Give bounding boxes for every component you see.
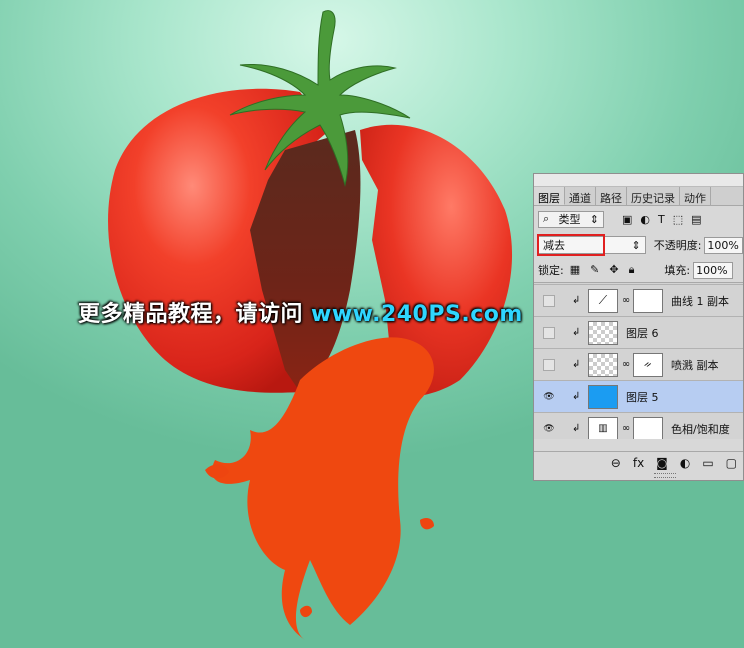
opacity-input[interactable]: 100% (704, 236, 743, 254)
layer-mask-thumbnail (633, 416, 663, 439)
clip-arrow-icon: ↲ (572, 359, 581, 370)
tab-history[interactable]: 历史记录 (627, 187, 680, 205)
layer-name[interactable]: 喷溅 副本 (671, 357, 719, 373)
filter-row: ⌕ 类型 ⇕ ▣ ◐ T ⬚ ▤ (534, 206, 743, 232)
search-icon: ⌕ (543, 212, 550, 225)
splash-drop-2 (420, 518, 434, 530)
filter-kind-select[interactable]: ⌕ 类型 ⇕ (538, 210, 604, 228)
visibility-toggle[interactable] (543, 358, 555, 371)
chain-link-icon: ∞ (621, 423, 631, 434)
layer-row[interactable]: ↲ ∞ ᨀ 喷溅 副本 (534, 349, 743, 381)
blend-mode-select[interactable]: 减去 ⇕ (537, 234, 646, 256)
layer-row[interactable]: ↲ 图层 6 (534, 317, 743, 349)
lock-move-icon[interactable]: ✥ (609, 263, 618, 277)
panel-footer: ⊖ fx ◙ ◐ ▭ ▢ (534, 451, 743, 480)
splash-drop-3 (300, 605, 312, 618)
layer-thumbnail (588, 320, 618, 345)
new-group-icon[interactable]: ▭ (702, 456, 713, 470)
visibility-toggle[interactable] (543, 294, 555, 307)
tab-actions[interactable]: 动作 (680, 187, 711, 205)
updown-icon: ⇕ (589, 212, 599, 226)
blend-row: 减去 ⇕ 不透明度: 100% (534, 232, 743, 258)
eye-icon[interactable]: 👁︎ (543, 391, 555, 403)
adjustment-icon[interactable]: ◐ (640, 213, 650, 226)
clip-arrow-icon: ↲ (572, 423, 581, 434)
eye-icon[interactable]: 👁︎ (543, 423, 555, 435)
smart-object-icon[interactable]: ▤ (691, 213, 701, 226)
layer-thumbnail (588, 384, 618, 409)
shape-icon[interactable]: ⬚ (673, 213, 683, 226)
clip-arrow-icon: ↲ (572, 391, 581, 402)
layer-row[interactable]: 👁︎ ↲ ▥ ∞ 色相/饱和度 (534, 413, 743, 439)
clip-arrow-icon: ↲ (572, 327, 581, 338)
chain-link-icon: ∞ (621, 359, 631, 370)
clip-arrow-icon: ↲ (572, 295, 581, 306)
layer-name[interactable]: 图层 5 (626, 389, 659, 405)
chain-link-icon: ∞ (621, 295, 631, 306)
layer-thumbnail (588, 352, 618, 377)
fill-label: 填充: (664, 264, 691, 277)
panel-title-bar[interactable] (534, 174, 743, 187)
opacity-label: 不透明度: (653, 239, 702, 252)
splash-mask-thumbnail: ᨀ (633, 352, 663, 377)
layer-mask-thumbnail (633, 288, 663, 313)
new-layer-icon[interactable]: ▢ (726, 456, 737, 470)
layers-panel[interactable]: 图层 通道 路径 历史记录 动作 ⌕ 类型 ⇕ ▣ ◐ T ⬚ ▤ 减去 ⇕ 不… (533, 173, 744, 481)
lock-pixels-icon[interactable]: ▦ (570, 263, 580, 277)
fx-icon[interactable]: fx (633, 456, 644, 470)
resize-grip[interactable] (654, 473, 676, 478)
filter-kind-label: 类型 (558, 213, 581, 226)
panel-tabs: 图层 通道 路径 历史记录 动作 (534, 187, 743, 206)
watermark: 更多精品教程，请访问 www.240PS.com (78, 296, 523, 328)
layer-name[interactable]: 色相/饱和度 (671, 421, 730, 437)
lock-row: 锁定: ▦ ✎ ✥ 🔒︎ 填充: 100% (534, 258, 743, 283)
tab-paths[interactable]: 路径 (596, 187, 627, 205)
layer-list[interactable]: ↲ ⟋ ∞ 曲线 1 副本 ↲ 图层 6 ↲ ∞ ᨀ 喷溅 副本 👁︎ ↲ 图层… (534, 283, 743, 439)
watermark-url: www.240PS.com (311, 302, 523, 327)
lock-brush-icon[interactable]: ✎ (590, 263, 599, 277)
layer-row-selected[interactable]: 👁︎ ↲ 图层 5 (534, 381, 743, 413)
lock-all-icon[interactable]: 🔒︎ (629, 263, 635, 277)
curves-icon: ⟋ (588, 288, 618, 313)
layer-row[interactable]: ↲ ⟋ ∞ 曲线 1 副本 (534, 285, 743, 317)
image-icon[interactable]: ▣ (622, 213, 632, 226)
link-layers-icon[interactable]: ⊖ (611, 456, 621, 470)
updown-icon: ⇕ (631, 238, 641, 252)
layer-name[interactable]: 曲线 1 副本 (671, 293, 729, 309)
visibility-toggle[interactable] (543, 326, 555, 339)
watermark-text: 更多精品教程，请访问 (78, 302, 304, 327)
blend-mode-highlight (537, 234, 605, 256)
layer-name[interactable]: 图层 6 (626, 325, 659, 341)
hue-sat-icon: ▥ (588, 416, 618, 439)
add-mask-icon[interactable]: ◙ (656, 456, 668, 470)
tab-channels[interactable]: 通道 (565, 187, 596, 205)
lock-label: 锁定: (538, 264, 564, 277)
new-adjustment-icon[interactable]: ◐ (680, 456, 690, 470)
type-icon[interactable]: T (658, 213, 665, 226)
tab-layers[interactable]: 图层 (534, 187, 565, 205)
fill-input[interactable]: 100% (693, 261, 734, 279)
